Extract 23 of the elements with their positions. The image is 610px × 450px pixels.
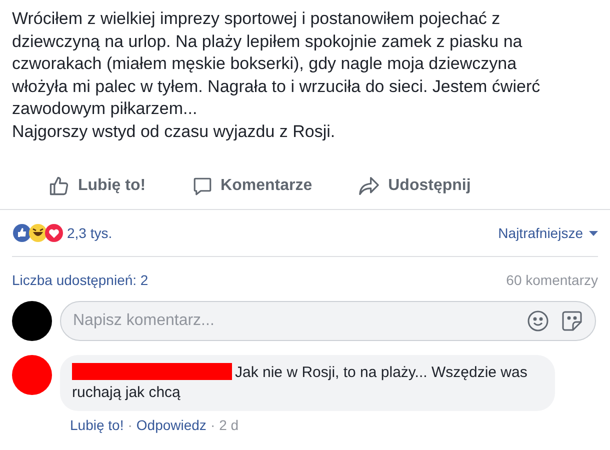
share-button[interactable]: Udostępnij (358, 174, 471, 198)
comment-field[interactable]: Napisz komentarz... (60, 301, 596, 341)
avatar (12, 301, 52, 341)
comment-text: Jak nie w Rosji, to na plaży... Wszędzie was ruchają jak chcą (72, 363, 528, 403)
smiley-icon[interactable] (527, 310, 549, 332)
like-button[interactable]: Lubię to! (48, 174, 146, 198)
caret-icon (589, 230, 598, 236)
share-count[interactable]: Liczba udostępnień: 2 (12, 270, 148, 290)
post-text: Najgorszy wstyd od czasu wyjazdu z Rosji. (12, 120, 336, 142)
like-link[interactable]: Lubię to! (70, 415, 124, 436)
comment-input[interactable]: Napisz komentarz... (73, 309, 527, 333)
sticker-icon[interactable] (561, 310, 583, 332)
thumbs-up-icon (48, 175, 70, 197)
sort-dropdown[interactable]: Najtrafniejsze (498, 222, 598, 244)
reply-link[interactable]: Odpowiedz (136, 415, 206, 436)
comment-button[interactable]: Komentarze (192, 174, 312, 198)
reaction-icons-drawing (12, 223, 64, 243)
dot-separator: · (128, 416, 132, 435)
reaction-count[interactable]: 2,3 tys. (67, 222, 112, 244)
share-arrow-icon (358, 176, 380, 196)
post-text: Wróciłem z wielkiej imprezy sportowej i postanowiłem pojechać z dziewczyną na urlop. Na plaży lepiłem spokojnie zamek z piasku na czworakach (miałem męskie bokserki), gdy nagle moja dziewczyna włożyła mi palec w tyłem. Nagrała to i wrzuciła do sieci. Jestem ćwierć zawodowym piłkarzem... (12, 8, 542, 120)
dot-separator: · (210, 416, 216, 435)
speech-bubble-icon (192, 176, 213, 196)
